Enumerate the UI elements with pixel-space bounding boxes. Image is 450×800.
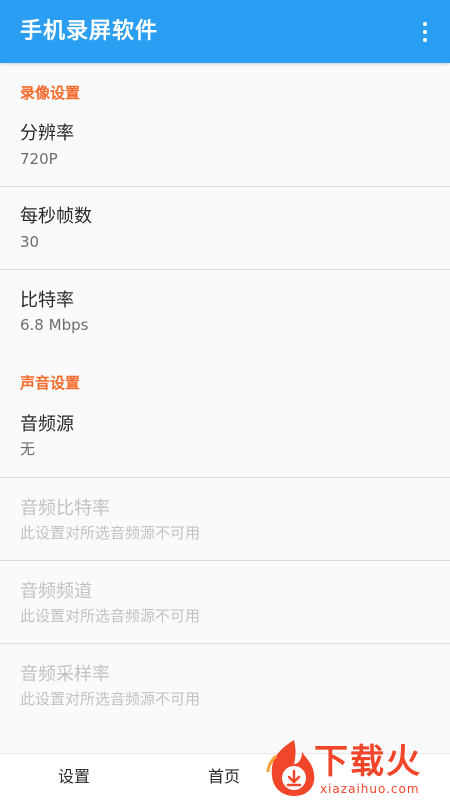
tab-home[interactable]: 首页 <box>208 766 240 788</box>
pref-title: 比特率 <box>20 290 74 311</box>
pref-summary: 6.8 Mbps <box>20 316 89 334</box>
app-bar: 手机录屏软件 <box>0 0 450 63</box>
pref-summary: 720P <box>20 150 58 168</box>
pref-title: 分辨率 <box>20 123 74 144</box>
pref-bitrate[interactable]: 比特率 6.8 Mbps <box>0 270 450 352</box>
flame-download-icon <box>266 740 315 796</box>
watermark-text: 下载火 <box>314 742 422 782</box>
pref-title: 音频比特率 <box>20 498 110 519</box>
pref-audio-sample-rate: 音频采样率 此设置对所选音频源不可用 <box>0 644 450 726</box>
pref-summary: 30 <box>20 233 40 251</box>
pref-audio-source[interactable]: 音频源 无 <box>0 399 450 477</box>
pref-title: 音频源 <box>20 414 74 435</box>
section-header-audio: 声音设置 <box>20 374 81 392</box>
pref-audio-bitrate: 音频比特率 此设置对所选音频源不可用 <box>0 478 450 560</box>
watermark-url: xiazaihuo.com <box>320 782 420 796</box>
pref-title: 每秒帧数 <box>20 206 92 227</box>
screen: 手机录屏软件 录像设置 分辨率 720P 每秒帧数 30 比特率 6.8 Mbp… <box>0 0 450 800</box>
more-vert-icon[interactable] <box>412 16 438 48</box>
menu-dot <box>423 30 427 34</box>
pref-frame-rate[interactable]: 每秒帧数 30 <box>0 187 450 269</box>
pref-summary: 无 <box>20 440 36 458</box>
pref-resolution[interactable]: 分辨率 720P <box>0 108 450 186</box>
pref-title: 音频频道 <box>20 581 92 602</box>
app-title: 手机录屏软件 <box>20 19 159 44</box>
pref-audio-channel: 音频频道 此设置对所选音频源不可用 <box>0 561 450 643</box>
pref-summary: 此设置对所选音频源不可用 <box>20 690 201 708</box>
settings-list: 录像设置 分辨率 720P 每秒帧数 30 比特率 6.8 Mbps 声音设置 … <box>0 63 450 753</box>
pref-title: 音频采样率 <box>20 664 110 685</box>
watermark-logo: 下载火 xiazaihuo.com <box>264 738 450 800</box>
pref-summary: 此设置对所选音频源不可用 <box>20 524 201 542</box>
tab-settings[interactable]: 设置 <box>58 766 90 788</box>
menu-dot <box>423 22 427 26</box>
section-header-video: 录像设置 <box>20 84 81 102</box>
pref-summary: 此设置对所选音频源不可用 <box>20 607 201 625</box>
menu-dot <box>423 38 427 42</box>
